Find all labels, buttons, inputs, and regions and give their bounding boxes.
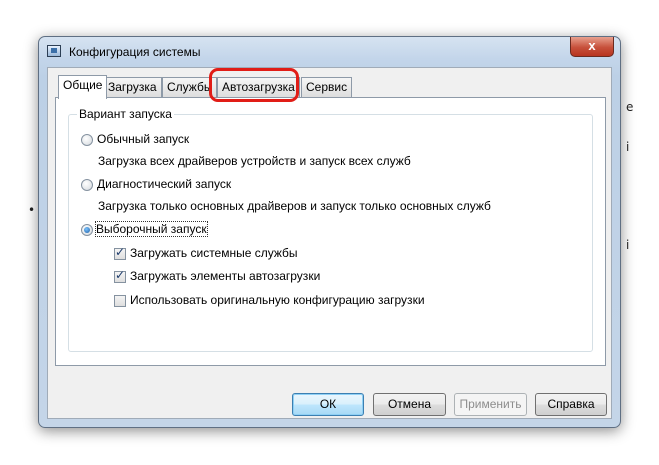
load-system-services-label[interactable]: Загружать системные службы [130,246,298,260]
ok-button[interactable]: ОК [292,393,364,416]
use-original-boot-config-label[interactable]: Использовать оригинальную конфигурацию з… [130,293,425,307]
window-title: Конфигурация системы [69,45,201,59]
startup-tab-highlight [209,68,299,102]
close-button[interactable]: x [570,37,614,57]
use-original-boot-config-checkbox[interactable] [114,295,126,307]
selective-startup-radio[interactable] [81,224,93,236]
title-bar[interactable]: Конфигурация системы x [39,37,620,67]
diagnostic-startup-description: Загрузка только основных драйверов и зап… [98,199,491,213]
tab-label: Загрузка [108,80,157,94]
help-button[interactable]: Справка [535,393,607,416]
background-fragment: і [626,140,630,154]
load-startup-items-label[interactable]: Загружать элементы автозагрузки [130,269,320,283]
tab-tools[interactable]: Сервис [301,77,353,98]
background-fragment: • [28,203,36,217]
tab-label: Сервис [306,80,348,94]
tab-boot[interactable]: Загрузка [103,77,162,98]
diagnostic-startup-radio[interactable] [81,179,93,191]
load-system-services-checkbox[interactable] [114,245,126,260]
tab-label: Службы [167,80,213,94]
normal-startup-radio[interactable] [81,134,93,146]
msconfig-icon [47,45,61,57]
tab-general[interactable]: Общие [58,75,108,99]
normal-startup-description: Загрузка всех драйверов устройств и запу… [98,154,411,168]
diagnostic-startup-label[interactable]: Диагностический запуск [97,177,231,191]
tab-label: Общие [63,78,103,92]
background-fragment: і [626,238,630,252]
system-configuration-window: Конфигурация системы x Общие Загрузка Сл… [38,36,621,428]
load-startup-items-checkbox[interactable] [114,268,126,283]
selective-startup-label[interactable]: Выборочный запуск [95,221,208,237]
group-legend: Вариант запуска [77,107,174,121]
general-tab-panel: Вариант запуска Обычный запуск Загрузка … [55,97,606,366]
apply-button[interactable]: Применить [454,393,527,416]
cancel-button[interactable]: Отмена [373,393,446,416]
background-fragment: е [626,100,634,114]
dialog-client-area: Общие Загрузка Службы Автозагрузка Серви… [47,67,612,419]
startup-selection-group: Вариант запуска Обычный запуск Загрузка … [68,107,593,352]
normal-startup-label[interactable]: Обычный запуск [97,132,189,146]
close-icon: x [588,38,596,53]
